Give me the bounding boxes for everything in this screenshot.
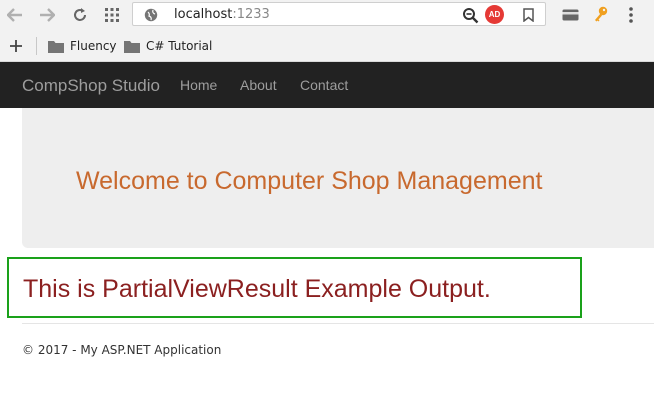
brand-link[interactable]: CompShop Studio: [22, 76, 160, 96]
bookmark-star-icon[interactable]: [521, 7, 535, 23]
bookmark-fluency[interactable]: Fluency: [48, 38, 117, 54]
apps-grid-icon[interactable]: [103, 6, 121, 24]
bookmark-csharp-tutorial[interactable]: C# Tutorial: [124, 38, 212, 54]
add-bookmark-plus-icon[interactable]: [8, 38, 24, 54]
nav-about-link[interactable]: About: [240, 77, 277, 93]
folder-icon: [48, 40, 64, 53]
bookmarks-bar: Fluency C# Tutorial: [0, 30, 654, 62]
back-arrow-icon[interactable]: [6, 7, 24, 23]
jumbotron-title: Welcome to Computer Shop Management: [76, 167, 543, 195]
reload-icon[interactable]: [71, 6, 89, 24]
site-navbar: CompShop Studio Home About Contact: [0, 62, 654, 108]
zoom-magnifier-icon[interactable]: [461, 6, 479, 24]
folder-icon: [124, 40, 140, 53]
jumbotron: Welcome to Computer Shop Management: [22, 108, 654, 248]
adblock-icon[interactable]: AD: [485, 5, 504, 24]
key-extension-icon[interactable]: [592, 5, 610, 25]
bookmark-label: Fluency: [70, 39, 117, 53]
browser-toolbar: localhost:1233 AD: [0, 0, 654, 30]
bookmark-label: C# Tutorial: [146, 39, 213, 53]
menu-kebab-icon[interactable]: [624, 5, 638, 25]
footer-divider: [22, 323, 654, 324]
address-bar[interactable]: localhost:1233 AD: [132, 2, 546, 26]
bookmarks-divider: [36, 37, 37, 55]
forward-arrow-icon[interactable]: [38, 7, 56, 23]
url-text[interactable]: localhost:1233: [174, 7, 270, 22]
site-info-icon[interactable]: [143, 7, 159, 23]
footer-copyright: © 2017 - My ASP.NET Application: [22, 343, 222, 357]
extension-card-icon[interactable]: [561, 7, 579, 23]
nav-contact-link[interactable]: Contact: [300, 77, 348, 93]
nav-home-link[interactable]: Home: [180, 77, 217, 93]
partial-view-highlight-box: This is PartialViewResult Example Output…: [7, 257, 582, 318]
partial-view-output: This is PartialViewResult Example Output…: [23, 275, 491, 303]
